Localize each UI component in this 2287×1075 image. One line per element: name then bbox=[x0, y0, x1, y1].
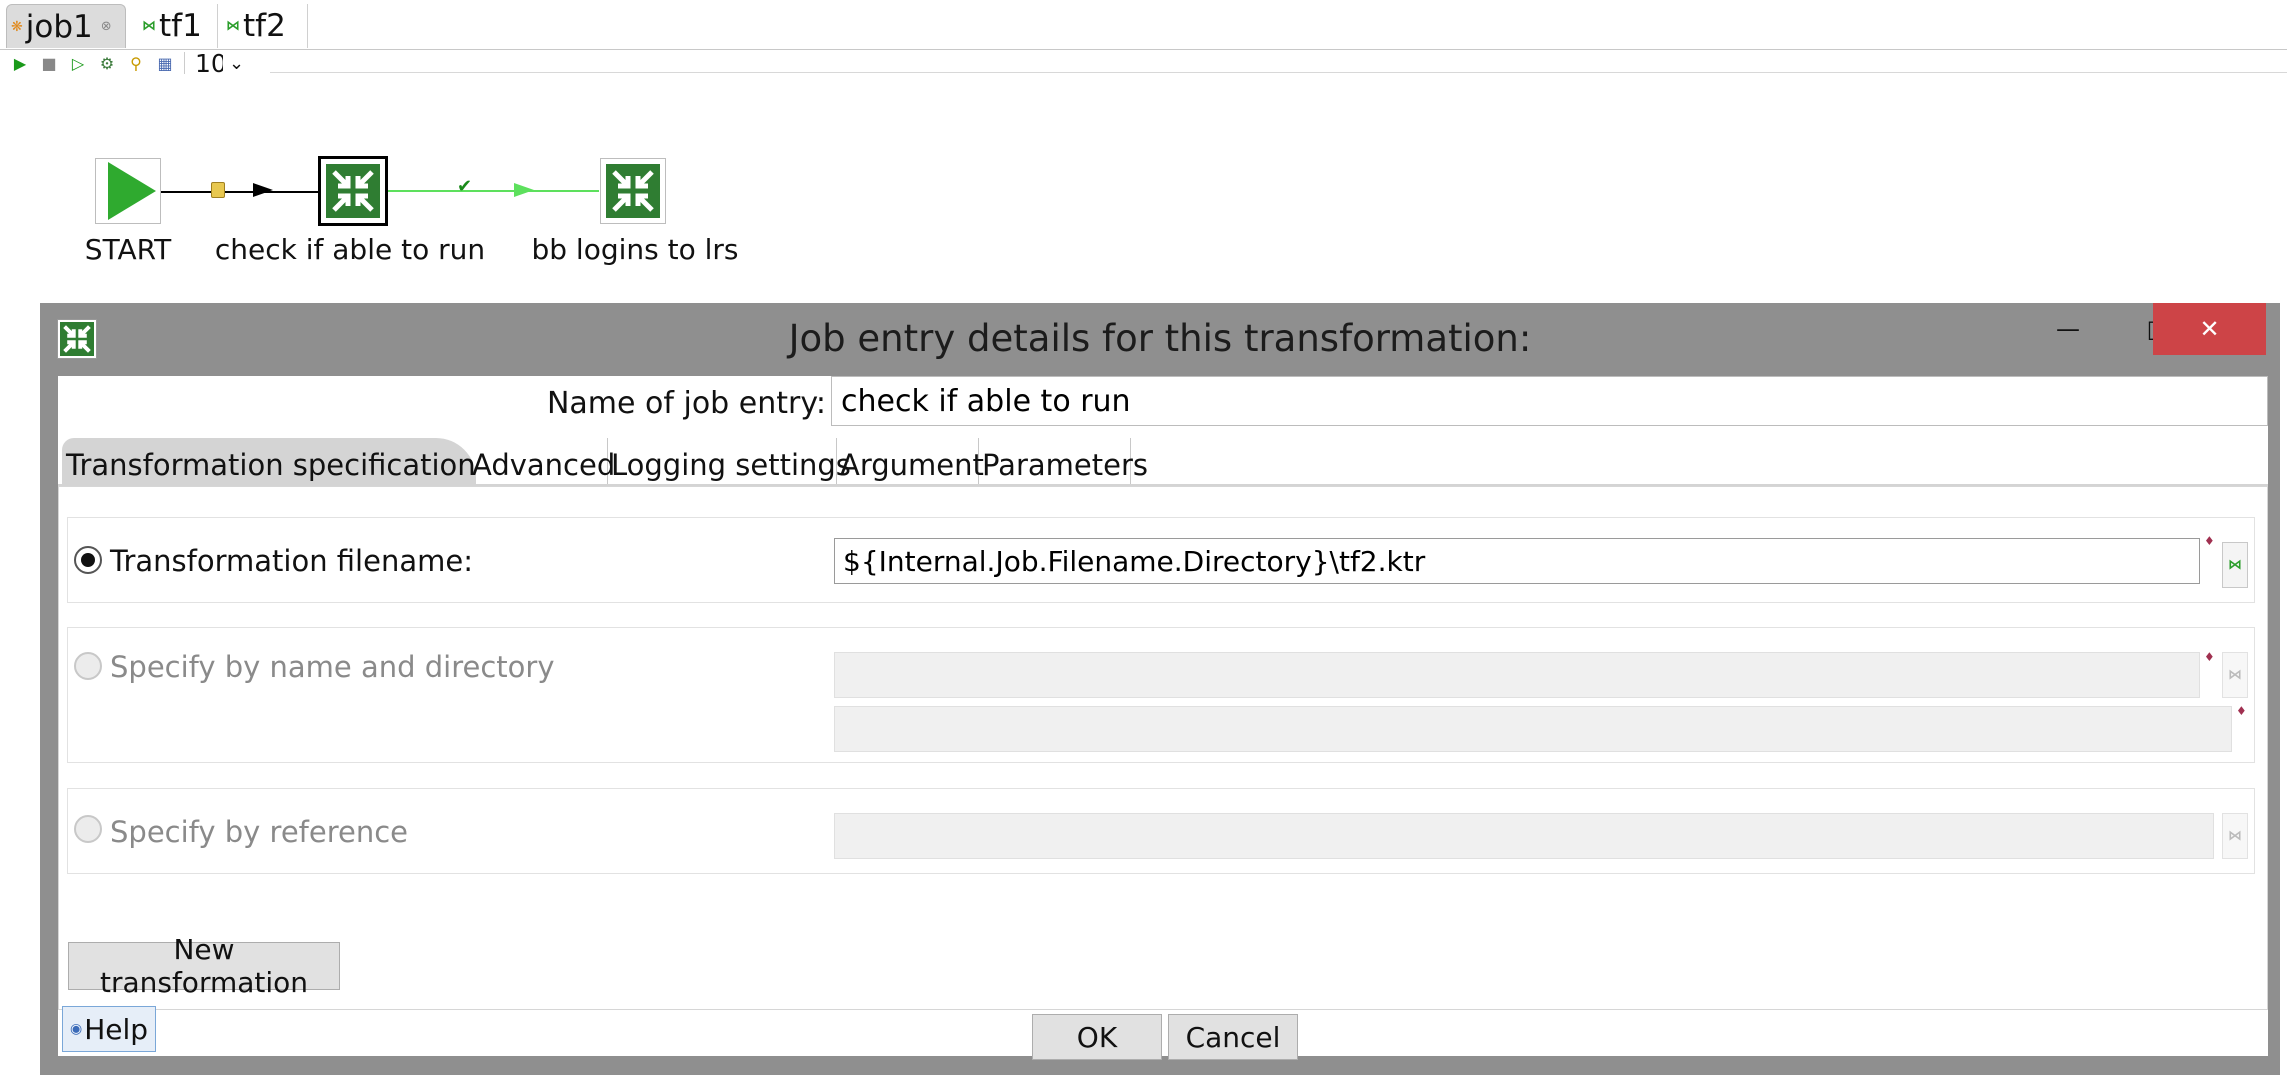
minimize-button[interactable]: — bbox=[2043, 303, 2093, 355]
help-button[interactable]: ◉ Help bbox=[62, 1006, 156, 1052]
unconditional-lock-icon bbox=[211, 182, 225, 198]
help-label: Help bbox=[84, 1012, 149, 1046]
job-entry-label: check if able to run bbox=[214, 233, 486, 266]
hop-start-to-check[interactable] bbox=[160, 191, 320, 193]
tab-argument[interactable]: Argument bbox=[836, 438, 984, 486]
job-entry-dialog: Job entry details for this transformatio… bbox=[40, 303, 2280, 1075]
transformation-icon: ⋈ bbox=[142, 18, 156, 34]
name-label: Name of job entry: bbox=[546, 386, 826, 421]
dialog-title: Job entry details for this transformatio… bbox=[788, 317, 1532, 360]
preview-icon[interactable]: ▷ bbox=[68, 54, 88, 73]
hop-arrow-icon bbox=[253, 183, 273, 197]
job-entry-label: bb logins to lrs bbox=[531, 233, 739, 266]
variable-icon: ♦ bbox=[2236, 704, 2247, 718]
new-transformation-button[interactable]: New transformation bbox=[68, 933, 340, 999]
start-icon bbox=[108, 162, 156, 220]
tab-label: tf2 bbox=[243, 8, 286, 44]
tab-job1[interactable]: ❋ job1 ⊗ bbox=[6, 4, 126, 48]
success-check-icon: ✔ bbox=[457, 176, 473, 197]
dialog-title-bar[interactable]: Job entry details for this transformatio… bbox=[40, 303, 2280, 373]
tab-transformation-specification[interactable]: Transformation specification bbox=[62, 438, 476, 486]
toolbar-divider bbox=[270, 72, 2287, 73]
transformation-icon bbox=[326, 164, 380, 218]
hop-check-to-bb[interactable] bbox=[387, 190, 599, 192]
zoom-value: 100% bbox=[195, 48, 223, 78]
tab-logging-settings[interactable]: Logging settings bbox=[607, 438, 851, 486]
dialog-body: Name of job entry: Transformation specif… bbox=[58, 376, 2268, 1060]
job-entry-bb-logins-to-lrs[interactable] bbox=[600, 158, 666, 224]
reference-input bbox=[834, 813, 2214, 859]
job-entry-check-if-able-to-run[interactable] bbox=[318, 156, 388, 226]
select-reference-button: ⋈ bbox=[2222, 813, 2248, 859]
dialog-tabs: Transformation specification Advanced Lo… bbox=[58, 438, 2268, 486]
job-toolbar: ▶ ■ ▷ ⚙ ⚲ ▦ 100% ⌄ bbox=[10, 49, 245, 78]
tab-parameters[interactable]: Parameters bbox=[978, 438, 1148, 486]
debug-icon[interactable]: ⚙ bbox=[97, 54, 117, 73]
transformation-icon: ⋈ bbox=[226, 18, 240, 34]
variable-icon: ♦ bbox=[2204, 534, 2215, 548]
tab-tf1[interactable]: ⋈ tf1 bbox=[138, 4, 218, 48]
name-directory-option-group: Specify by name and directory ♦ ⋈ ♦ bbox=[67, 627, 2255, 763]
filename-option-group: Transformation filename: ♦ ⋈ bbox=[67, 517, 2255, 603]
tab-label: tf1 bbox=[159, 8, 202, 44]
reference-option-group: Specify by reference ⋈ bbox=[67, 788, 2255, 874]
check-icon[interactable]: ⚲ bbox=[126, 54, 146, 73]
ok-button[interactable]: OK bbox=[1032, 1014, 1162, 1060]
directory-input bbox=[834, 706, 2232, 752]
transformation-name-input bbox=[834, 652, 2200, 698]
job-icon: ❋ bbox=[11, 18, 23, 35]
transformation-filename-input[interactable] bbox=[834, 538, 2200, 584]
name-directory-radio[interactable] bbox=[74, 652, 102, 680]
filename-label: Transformation filename: bbox=[110, 544, 473, 578]
job-entry-name-input[interactable] bbox=[831, 376, 2268, 426]
variable-icon: ♦ bbox=[2204, 650, 2215, 664]
cancel-button[interactable]: Cancel bbox=[1168, 1014, 1298, 1060]
name-directory-label: Specify by name and directory bbox=[110, 650, 555, 684]
tab-tf2[interactable]: ⋈ tf2 bbox=[222, 4, 308, 48]
reference-label: Specify by reference bbox=[110, 815, 409, 849]
close-tab-icon[interactable]: ⊗ bbox=[101, 19, 112, 34]
browse-repository-button: ⋈ bbox=[2222, 652, 2248, 698]
reference-radio[interactable] bbox=[74, 815, 102, 843]
job-entry-start[interactable] bbox=[95, 158, 161, 224]
hop-arrow-icon bbox=[514, 183, 534, 197]
help-icon: ◉ bbox=[69, 1021, 83, 1037]
stop-icon[interactable]: ■ bbox=[39, 54, 59, 73]
zoom-select[interactable]: 100% ⌄ bbox=[184, 49, 245, 78]
run-icon[interactable]: ▶ bbox=[10, 54, 30, 73]
job-entry-label: START bbox=[84, 233, 172, 266]
editor-tab-bar: ❋ job1 ⊗ ⋈ tf1 ⋈ tf2 bbox=[0, 0, 2287, 50]
transformation-icon bbox=[606, 164, 660, 218]
tab-label: job1 bbox=[25, 8, 93, 45]
grid-icon[interactable]: ▦ bbox=[155, 54, 175, 73]
filename-radio[interactable] bbox=[74, 546, 102, 574]
tab-advanced[interactable]: Advanced bbox=[468, 438, 615, 486]
close-button[interactable]: ✕ bbox=[2153, 303, 2266, 355]
transformation-spec-panel: Transformation filename: ♦ ⋈ Specify by … bbox=[58, 486, 2268, 1010]
browse-button[interactable]: ⋈ bbox=[2222, 542, 2248, 588]
chevron-down-icon: ⌄ bbox=[229, 52, 245, 74]
